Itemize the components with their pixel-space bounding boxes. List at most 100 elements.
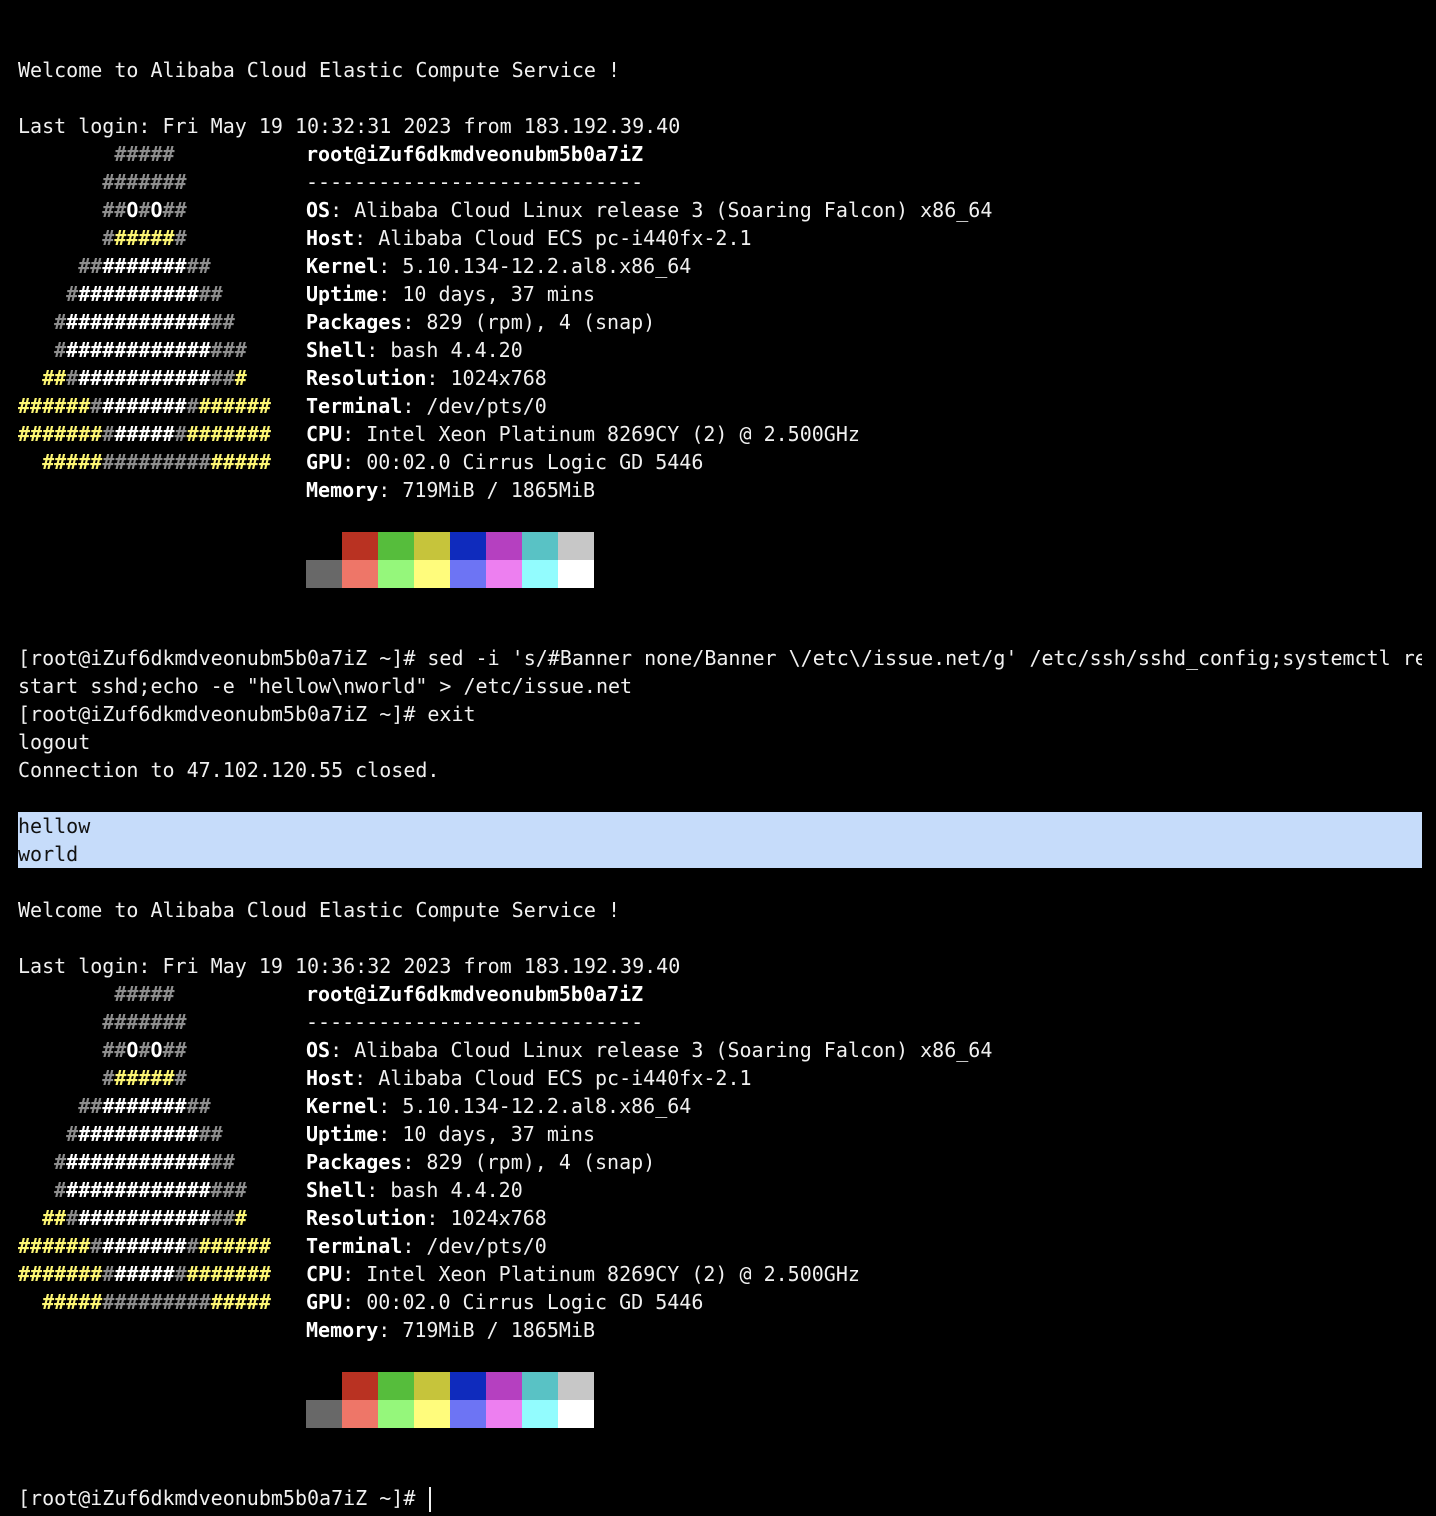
neofetch-row: ##################### Terminal: /dev/pts/… [18, 1232, 1422, 1260]
neofetch-row: ############### Packages: 829 (rpm), 4 (s… [18, 308, 1422, 336]
color-swatch [306, 1372, 342, 1400]
neofetch-row: ################# Resolution: 1024x768 [18, 364, 1422, 392]
color-swatch [522, 532, 558, 560]
selected-banner-line[interactable]: hellow [18, 812, 1422, 840]
neofetch-row: Memory: 719MiB / 1865MiB [18, 476, 1422, 504]
neofetch-row: ##### root@iZuf6dkmdveonubm5b0a7iZ [18, 980, 1422, 1008]
logo-ascii-line: ##################### [18, 1262, 271, 1286]
info-value: 5.10.134-12.2.al8.x86_64 [402, 1094, 692, 1118]
color-swatch [378, 560, 414, 588]
neofetch-output: ##### root@iZuf6dkmdveonubm5b0a7iZ ######… [18, 980, 1422, 1428]
info-key: Memory [306, 1318, 379, 1342]
info-key: Terminal [306, 1234, 403, 1258]
info-key: Resolution [306, 1206, 427, 1230]
color-palette-row [306, 560, 1422, 588]
info-value: Alibaba Cloud Linux release 3 (Soaring F… [354, 1038, 993, 1062]
neofetch-row: ############# Uptime: 10 days, 37 mins [18, 1120, 1422, 1148]
color-swatch [558, 1372, 594, 1400]
color-swatch [486, 1400, 522, 1428]
color-swatch [486, 1372, 522, 1400]
color-swatch [306, 1400, 342, 1428]
info-field: Memory: 719MiB / 1865MiB [306, 478, 595, 502]
info-value: 5.10.134-12.2.al8.x86_64 [402, 254, 692, 278]
info-field: Memory: 719MiB / 1865MiB [306, 1318, 595, 1342]
info-key: Terminal [306, 394, 403, 418]
logo-ascii-line: ##################### [18, 1234, 271, 1258]
info-field: OS: Alibaba Cloud Linux release 3 (Soari… [306, 1038, 993, 1062]
info-field: Resolution: 1024x768 [306, 1206, 547, 1230]
userhost: root@iZuf6dkmdveonubm5b0a7iZ [306, 982, 644, 1006]
color-palette-row [306, 1372, 1422, 1400]
info-key: OS [306, 198, 331, 222]
neofetch-row: ############### Packages: 829 (rpm), 4 (s… [18, 1148, 1422, 1176]
color-swatch [450, 1400, 486, 1428]
neofetch-row: ################ Shell: bash 4.4.20 [18, 336, 1422, 364]
info-key: Memory [306, 478, 379, 502]
info-value: 829 (rpm), 4 (snap) [426, 1150, 656, 1174]
info-value: 829 (rpm), 4 (snap) [426, 310, 656, 334]
info-key: OS [306, 1038, 331, 1062]
color-swatch [558, 1400, 594, 1428]
info-field: CPU: Intel Xeon Platinum 8269CY (2) @ 2.… [306, 422, 860, 446]
current-prompt[interactable]: [root@iZuf6dkmdveonubm5b0a7iZ ~]# [18, 1484, 1422, 1512]
separator: ---------------------------- [306, 1010, 644, 1034]
info-value: 1024x768 [450, 1206, 547, 1230]
info-field: Resolution: 1024x768 [306, 366, 547, 390]
info-field: Packages: 829 (rpm), 4 (snap) [306, 310, 656, 334]
info-value: /dev/pts/0 [426, 394, 547, 418]
info-key: Host [306, 1066, 355, 1090]
color-swatch [558, 532, 594, 560]
color-swatch [414, 560, 450, 588]
color-swatch [450, 560, 486, 588]
neofetch-row: ########### Kernel: 5.10.134-12.2.al8.x86… [18, 1092, 1422, 1120]
color-swatch [522, 1372, 558, 1400]
info-field: OS: Alibaba Cloud Linux release 3 (Soari… [306, 198, 993, 222]
welcome-message: Welcome to Alibaba Cloud Elastic Compute… [18, 898, 621, 922]
info-key: Packages [306, 1150, 403, 1174]
info-field: Packages: 829 (rpm), 4 (snap) [306, 1150, 656, 1174]
last-login-line: Last login: Fri May 19 10:36:32 2023 fro… [18, 954, 681, 978]
info-key: GPU [306, 1290, 343, 1314]
color-swatch [378, 1400, 414, 1428]
color-swatch [378, 1372, 414, 1400]
info-key: Uptime [306, 282, 379, 306]
logo-ascii-line: ############# [66, 282, 223, 306]
logo-ascii-line: ##################### [18, 422, 271, 446]
info-key: Host [306, 226, 355, 250]
terminal[interactable]: ➜ ~ centos2 Welcome to Alibaba Cloud Ela… [18, 0, 1422, 1512]
neofetch-output: ##### root@iZuf6dkmdveonubm5b0a7iZ ######… [18, 140, 1422, 588]
info-key: Uptime [306, 1122, 379, 1146]
color-swatch [306, 532, 342, 560]
info-value: 10 days, 37 mins [402, 282, 595, 306]
info-key: GPU [306, 450, 343, 474]
info-key: Kernel [306, 1094, 379, 1118]
color-swatch [342, 560, 378, 588]
logo-ascii-line: ####### [102, 170, 187, 194]
info-field: GPU: 00:02.0 Cirrus Logic GD 5446 [306, 450, 704, 474]
info-field: Host: Alibaba Cloud ECS pc-i440fx-2.1 [306, 1066, 752, 1090]
prompt-text: [root@iZuf6dkmdveonubm5b0a7iZ ~]# [18, 1486, 428, 1510]
output-line: Connection to 47.102.120.55 closed. [18, 758, 440, 782]
local-prompt: ➜ ~ centos2 [18, 784, 1422, 812]
info-field: Kernel: 5.10.134-12.2.al8.x86_64 [306, 1094, 692, 1118]
color-swatch [558, 560, 594, 588]
neofetch-row: ##################### CPU: Intel Xeon Pla… [18, 420, 1422, 448]
userhost: root@iZuf6dkmdveonubm5b0a7iZ [306, 142, 644, 166]
neofetch-row: ##O#O## OS: Alibaba Cloud Linux release 3… [18, 1036, 1422, 1064]
command-line: [root@iZuf6dkmdveonubm5b0a7iZ ~]# sed -i… [18, 646, 1422, 670]
color-swatch [342, 1400, 378, 1428]
info-field: Terminal: /dev/pts/0 [306, 1234, 547, 1258]
info-value: 719MiB / 1865MiB [402, 478, 595, 502]
text-cursor [429, 1486, 432, 1512]
color-swatch [450, 1372, 486, 1400]
info-field: Shell: bash 4.4.20 [306, 1178, 523, 1202]
neofetch-row: ################ Shell: bash 4.4.20 [18, 1176, 1422, 1204]
logo-ascii-line: ############# [66, 1122, 223, 1146]
color-swatch [342, 1372, 378, 1400]
selected-banner-line[interactable]: world [18, 840, 1422, 868]
neofetch-row: ####### Host: Alibaba Cloud ECS pc-i440fx… [18, 224, 1422, 252]
info-field: CPU: Intel Xeon Platinum 8269CY (2) @ 2.… [306, 1262, 860, 1286]
separator: ---------------------------- [306, 170, 644, 194]
info-key: Packages [306, 310, 403, 334]
local-prompt: ➜ ~ centos2 [18, 0, 1422, 28]
